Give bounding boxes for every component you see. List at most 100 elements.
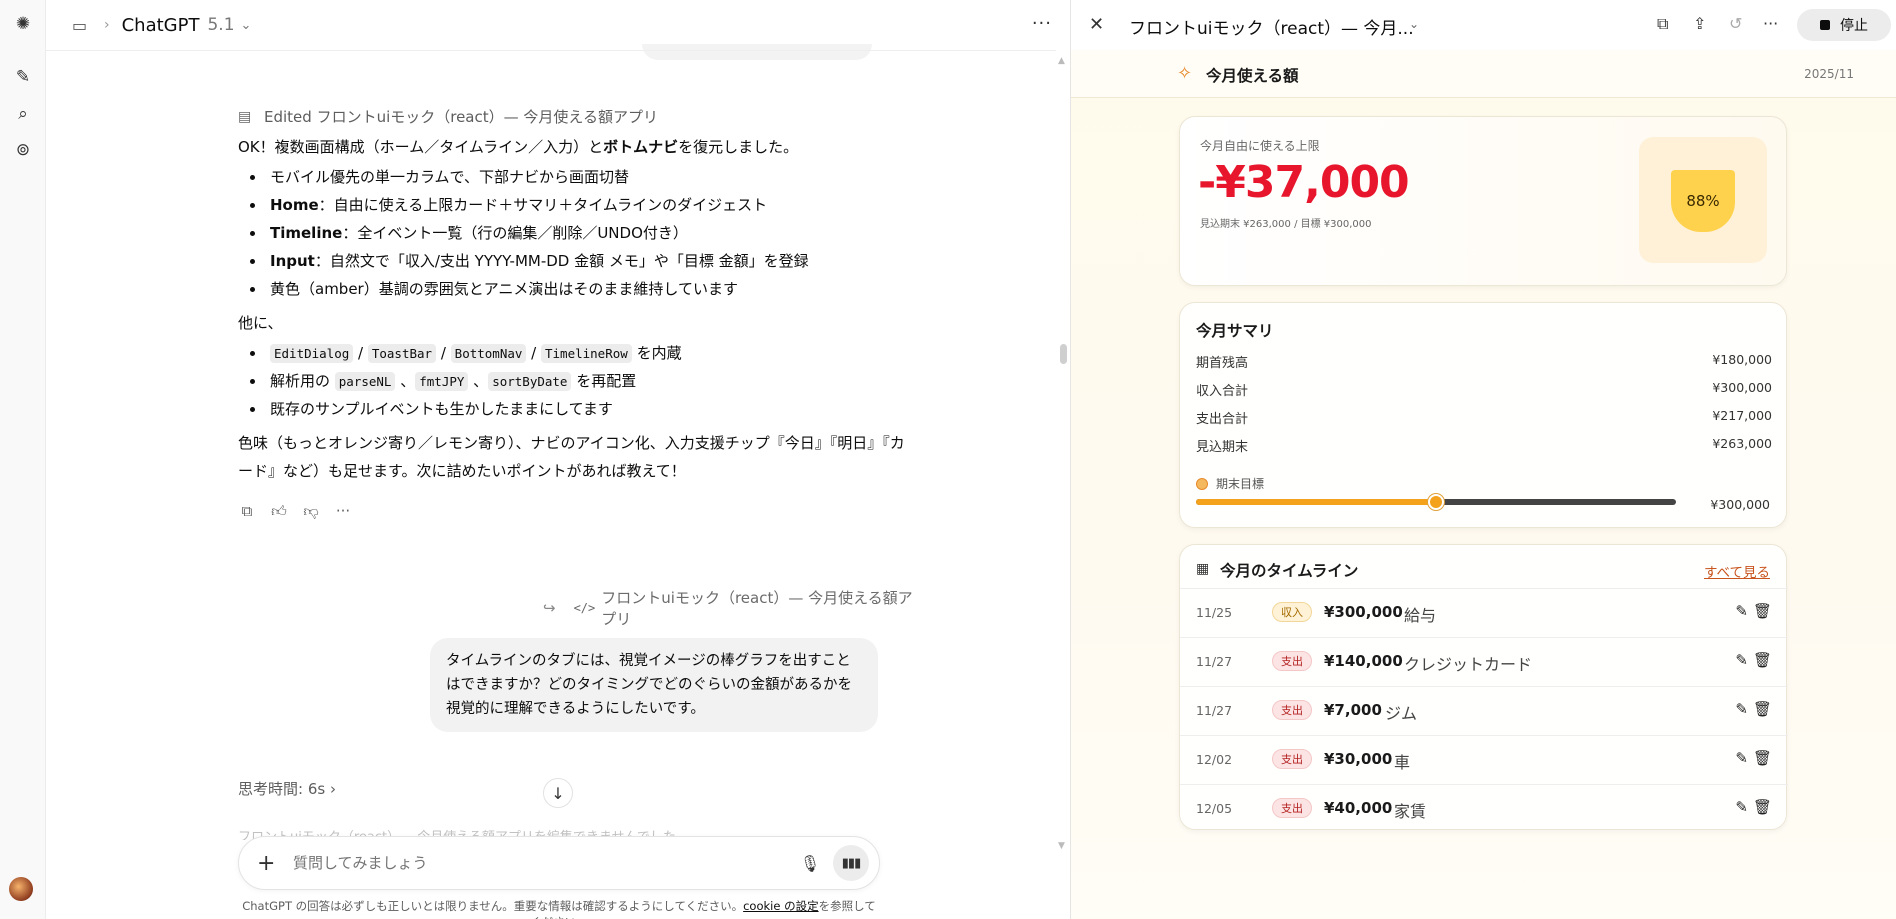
canvas-panel: ✕ フロントuiモック（react）— 今月... ⌄ ⧉ ⇪ ↺ ··· 停止… bbox=[1071, 0, 1896, 919]
row-amount: ¥30,000 bbox=[1324, 750, 1393, 768]
plus-icon[interactable]: + bbox=[257, 851, 287, 876]
trash-icon[interactable]: 🗑︎ bbox=[1753, 700, 1772, 718]
edit-icon[interactable]: ✎ bbox=[1735, 798, 1748, 816]
voice-mode-button[interactable]: ▮▮▮ bbox=[833, 845, 869, 881]
more-options-icon[interactable]: ··· bbox=[334, 497, 352, 525]
summary-label: 期首残高 bbox=[1196, 356, 1249, 371]
row-date: 11/27 bbox=[1196, 703, 1233, 718]
stop-label: 停止 bbox=[1840, 18, 1868, 34]
model-version[interactable]: 5.1 bbox=[207, 15, 234, 35]
trash-icon[interactable]: 🗑︎ bbox=[1753, 651, 1772, 669]
thinking-time[interactable]: 思考時間: 6s › bbox=[238, 778, 336, 799]
goal-slider-fill bbox=[1196, 499, 1436, 505]
code-parser: fmtJPY bbox=[415, 372, 469, 391]
chat-scrollbar[interactable]: ▲ ▼ bbox=[1056, 56, 1070, 856]
stop-button[interactable]: 停止 bbox=[1797, 9, 1891, 41]
outro-paragraph: 色味（もっとオレンジ寄り／レモン寄り）、ナビのアイコン化、入力支援チップ『今日』… bbox=[238, 434, 905, 480]
search-icon[interactable]: ⌕ bbox=[9, 100, 37, 128]
scroll-up-arrow-icon[interactable]: ▲ bbox=[1058, 56, 1065, 66]
edit-icon[interactable]: ✎ bbox=[1735, 651, 1748, 669]
app-title[interactable]: ChatGPT bbox=[122, 15, 200, 36]
edit-icon[interactable]: ✎ bbox=[1735, 602, 1748, 620]
row-amount: ¥300,000 bbox=[1324, 603, 1403, 621]
extras-list: EditDialog / ToastBar / BottomNav / Time… bbox=[238, 339, 918, 423]
openai-logo-icon[interactable]: ✺ bbox=[9, 10, 37, 38]
more-options-icon[interactable]: ··· bbox=[1032, 13, 1052, 34]
type-badge: 支出 bbox=[1272, 798, 1312, 818]
user-message-bubble: タイムラインのタブには、視覚イメージの棒グラフを出すことはできますか？どのタイミ… bbox=[430, 638, 878, 732]
canvas-header: ✕ フロントuiモック（react）— 今月... ⌄ ⧉ ⇪ ↺ ··· 停止 bbox=[1071, 0, 1896, 50]
list-item-bold: Timeline bbox=[270, 224, 343, 242]
row-date: 12/05 bbox=[1196, 801, 1233, 816]
list-item: EditDialog / ToastBar / BottomNav / Time… bbox=[238, 339, 918, 367]
table-row: 12/02 支出 ¥30,000 車 ✎ 🗑︎ bbox=[1180, 735, 1788, 784]
summary-value: ¥263,000 bbox=[1712, 436, 1772, 451]
goal-slider[interactable] bbox=[1196, 494, 1676, 510]
more-options-icon[interactable]: ··· bbox=[1763, 14, 1778, 33]
folder-icon[interactable]: ▭ bbox=[72, 16, 94, 35]
new-chat-icon[interactable]: ✎ bbox=[9, 63, 37, 91]
library-icon[interactable]: ⊚ bbox=[9, 136, 37, 164]
summary-card: 今月サマリ 期首残高 ¥180,000 収入合計 ¥300,000 支出合計 ¥217… bbox=[1179, 302, 1787, 528]
row-memo: ジム bbox=[1385, 704, 1418, 723]
copy-icon[interactable]: ⧉ bbox=[238, 497, 256, 525]
close-icon[interactable]: ✕ bbox=[1089, 14, 1104, 35]
history-icon[interactable]: ↺ bbox=[1729, 14, 1742, 33]
type-badge: 支出 bbox=[1272, 651, 1312, 671]
timeline-card: ▦ 今月のタイムライン すべて見る 11/25 収入 ¥300,000 給与 ✎… bbox=[1179, 544, 1788, 833]
type-badge: 支出 bbox=[1272, 749, 1312, 769]
avatar[interactable] bbox=[9, 877, 33, 901]
thinking-label: 思考時間: 6s bbox=[238, 780, 326, 798]
row-amount: ¥140,000 bbox=[1324, 652, 1403, 670]
trash-icon[interactable]: 🗑︎ bbox=[1753, 602, 1772, 620]
summary-row: 収入合計 ¥300,000 bbox=[1196, 380, 1772, 400]
stop-icon bbox=[1820, 20, 1830, 30]
thumbs-up-icon[interactable]: 👍︎ bbox=[270, 497, 288, 525]
trash-icon[interactable]: 🗑︎ bbox=[1753, 749, 1772, 767]
list-item-bold: Home bbox=[270, 196, 319, 214]
scroll-down-button[interactable]: ↓ bbox=[543, 778, 573, 808]
edit-icon[interactable]: ✎ bbox=[1735, 700, 1748, 718]
preview-month: 2025/11 bbox=[1804, 67, 1854, 81]
edited-document-link[interactable]: ▤ Edited フロントuiモック（react）— 今月使える額アプリ bbox=[238, 105, 918, 129]
cookie-settings-link[interactable]: cookie の設定 bbox=[743, 899, 818, 913]
chevron-right-icon: › bbox=[104, 17, 110, 33]
code-parser: sortByDate bbox=[488, 372, 572, 391]
summary-label: 収入合計 bbox=[1196, 384, 1249, 399]
chevron-down-icon[interactable]: ⌄ bbox=[1409, 17, 1419, 31]
summary-row: 期首残高 ¥180,000 bbox=[1196, 352, 1772, 372]
scroll-down-arrow-icon[interactable]: ▼ bbox=[1058, 841, 1065, 851]
share-icon[interactable]: ⇪ bbox=[1693, 14, 1706, 33]
edit-icon[interactable]: ✎ bbox=[1735, 749, 1748, 767]
scrollbar-thumb[interactable] bbox=[1060, 344, 1067, 364]
goal-label: 期末目標 bbox=[1216, 477, 1265, 491]
code-sep: 、 bbox=[395, 372, 416, 390]
summary-label: 見込期末 bbox=[1196, 440, 1249, 455]
trash-icon[interactable]: 🗑︎ bbox=[1753, 798, 1772, 816]
code-component: EditDialog bbox=[270, 344, 354, 363]
chat-area: ▭ › ChatGPT 5.1 ⌄ ··· ▤ Edited フロントuiモック… bbox=[46, 0, 1070, 919]
arrow-down-icon: ↓ bbox=[551, 783, 565, 803]
goal-slider-handle[interactable] bbox=[1428, 494, 1444, 510]
intro-paragraph: OK！複数画面構成（ホーム／タイムライン／入力）とボトムナビを復元しました。 bbox=[238, 133, 918, 161]
list-item: 既存のサンプルイベントも生かしたままにしてます bbox=[238, 395, 918, 423]
code-sep: / bbox=[526, 344, 541, 362]
code-sep: / bbox=[353, 344, 368, 362]
app-preview: ✧ 今月使える額 2025/11 今月自由に使える上限 -¥37,000 見込期… bbox=[1071, 50, 1896, 919]
document-title[interactable]: フロントuiモック（react）— 今月... bbox=[1129, 14, 1414, 39]
header-divider bbox=[46, 50, 1056, 51]
summary-value: ¥217,000 bbox=[1712, 408, 1772, 423]
table-row: 12/05 支出 ¥40,000 家賃 ✎ 🗑︎ bbox=[1180, 784, 1788, 833]
code-sep: 、 bbox=[468, 372, 489, 390]
thumbs-down-icon[interactable]: 👎︎ bbox=[302, 497, 320, 525]
microphone-icon[interactable]: 🎙︎ bbox=[795, 854, 825, 873]
see-all-link[interactable]: すべて見る bbox=[1704, 561, 1770, 581]
copy-icon[interactable]: ⧉ bbox=[1657, 14, 1668, 34]
row-memo: 給与 bbox=[1404, 606, 1437, 625]
reference-link[interactable]: ↪ </> フロントuiモック（react）— 今月使える額アプリ bbox=[543, 589, 923, 628]
goal-label-row: 期末目標 bbox=[1196, 475, 1264, 492]
chevron-down-icon[interactable]: ⌄ bbox=[241, 18, 252, 33]
edited-label: Edited フロントuiモック（react）— 今月使える額アプリ bbox=[264, 108, 658, 126]
message-input[interactable] bbox=[293, 854, 795, 872]
reply-arrow-icon: ↪ bbox=[543, 599, 556, 617]
